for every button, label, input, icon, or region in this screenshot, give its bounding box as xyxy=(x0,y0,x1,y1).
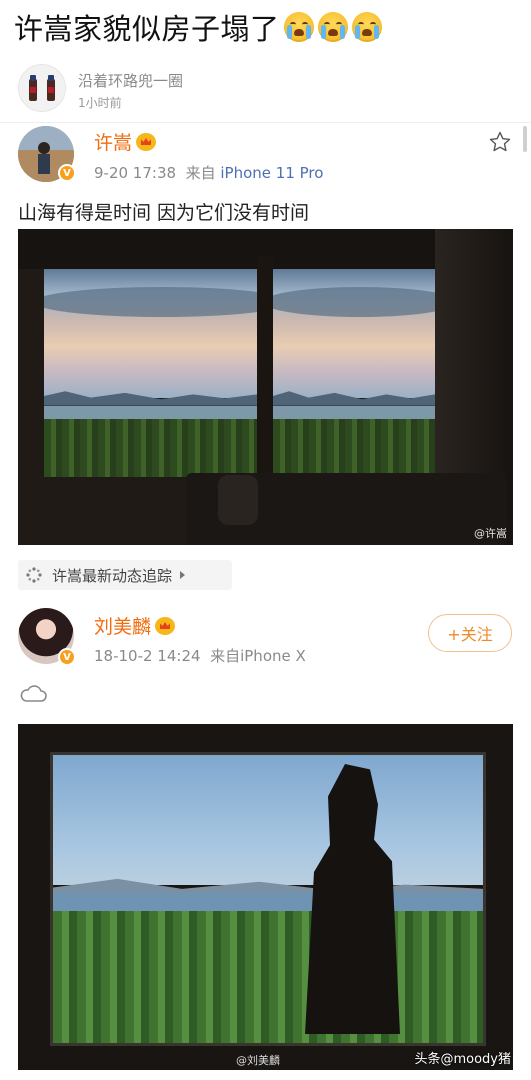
post1-date: 9-20 17:38 xyxy=(94,164,177,182)
favorite-star-icon[interactable] xyxy=(488,130,512,154)
window-view xyxy=(50,752,486,1046)
post1-photo[interactable]: @许嵩 xyxy=(18,229,513,545)
tracker-link[interactable]: 许嵩最新动态追踪 xyxy=(18,560,232,590)
top-user-name[interactable]: 沿着环路兜一圈 xyxy=(78,70,183,91)
divider xyxy=(0,122,531,123)
crying-face-icon xyxy=(317,12,348,42)
top-user-time: 1小时前 xyxy=(78,96,122,110)
post1-text: 山海有得是时间 因为它们没有时间 xyxy=(18,202,310,224)
crying-face-icon xyxy=(351,12,382,42)
post2-photo[interactable]: @刘美麟 xyxy=(18,724,513,1070)
photo1-watermark: @许嵩 xyxy=(474,527,507,540)
tracker-label: 许嵩最新动态追踪 xyxy=(52,566,173,585)
post1-meta: 9-20 17:38 来自 iPhone 11 Pro xyxy=(94,162,323,183)
top-user-avatar[interactable] xyxy=(18,64,66,112)
post2-author-name[interactable]: 刘美麟 xyxy=(94,616,151,638)
post1-source-device[interactable]: iPhone 11 Pro xyxy=(220,164,323,182)
post1-author[interactable]: 许嵩 xyxy=(94,128,157,155)
post2-author[interactable]: 刘美麟 xyxy=(94,612,176,639)
photo2-watermark: @刘美麟 xyxy=(236,1054,280,1067)
post2-date: 18-10-2 14:24 xyxy=(94,647,201,665)
scrollbar[interactable] xyxy=(523,126,527,152)
pillow xyxy=(218,475,258,525)
headline: 许嵩家貌似房子塌了 xyxy=(14,6,382,48)
chevron-right-icon xyxy=(180,571,186,579)
follow-button[interactable]: +关注 xyxy=(428,614,512,652)
verified-badge-icon: V xyxy=(58,648,76,666)
crown-badge-icon xyxy=(136,133,157,151)
verified-badge-icon: V xyxy=(58,164,76,182)
post2-meta: 18-10-2 14:24 来自iPhone X xyxy=(94,645,306,666)
post1-author-name[interactable]: 许嵩 xyxy=(94,132,132,154)
post2-source: 来自iPhone X xyxy=(210,647,306,665)
post1-source-prefix: 来自 xyxy=(185,164,216,182)
source-attribution: 头条@moody猪 xyxy=(414,1052,511,1067)
sparkle-icon xyxy=(26,567,42,583)
crying-face-icon xyxy=(283,12,314,42)
headline-title: 许嵩家貌似房子塌了 xyxy=(14,12,280,46)
cloud-icon xyxy=(20,685,47,702)
crown-badge-icon xyxy=(155,617,176,635)
window-pane-right xyxy=(273,269,435,477)
window-pane-left xyxy=(44,269,257,477)
